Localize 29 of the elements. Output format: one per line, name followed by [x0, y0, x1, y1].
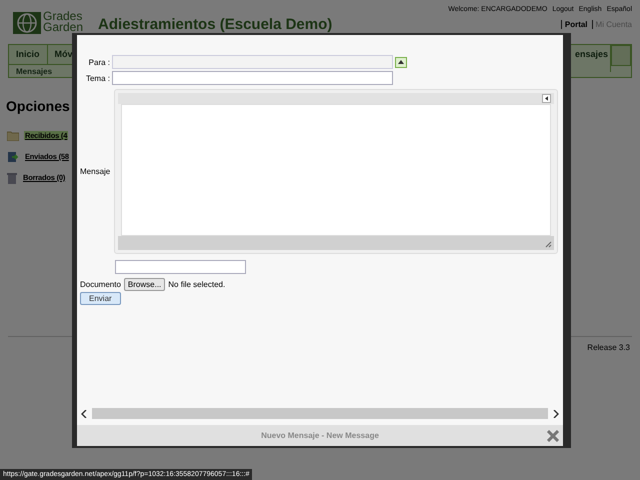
chevron-right-icon [553, 410, 559, 418]
account-link[interactable]: Portal [560, 20, 588, 29]
folder-icon [7, 130, 19, 140]
dialog-title: Nuevo Mensaje - New Message [261, 431, 379, 440]
trash-icon [7, 172, 17, 184]
logo-text: Garden [43, 22, 84, 33]
caret-left-icon [545, 96, 548, 101]
text-field[interactable] [115, 260, 246, 274]
browse-button[interactable]: Browse... [124, 278, 166, 291]
chevron-left-icon [81, 410, 87, 418]
expand-button[interactable] [395, 56, 407, 68]
field-label: Documento [80, 280, 121, 289]
nav-tab[interactable] [611, 45, 631, 66]
release-text: Release 3.3 [586, 342, 631, 352]
file-status-text: No file selected. [168, 280, 226, 289]
toolbar-toggle-button[interactable] [542, 94, 551, 103]
field-label: Tema : [84, 74, 110, 82]
close-icon[interactable] [547, 430, 559, 442]
site-title: Adiestramientos (Escuela Demo) [97, 15, 332, 35]
nav-tab[interactable]: Inicio [9, 45, 48, 64]
resize-grip-icon [545, 241, 552, 248]
field-label: Mensaje [80, 167, 112, 176]
sub-nav-link[interactable]: Mensajes [16, 67, 52, 76]
send-button[interactable]: Enviar [80, 292, 121, 305]
field-label: Para : [88, 58, 110, 66]
globe-logo-icon [12, 11, 42, 35]
section-heading: Opciones [6, 98, 70, 114]
subject-field[interactable] [112, 71, 393, 85]
logo-text: Grades [43, 11, 84, 22]
